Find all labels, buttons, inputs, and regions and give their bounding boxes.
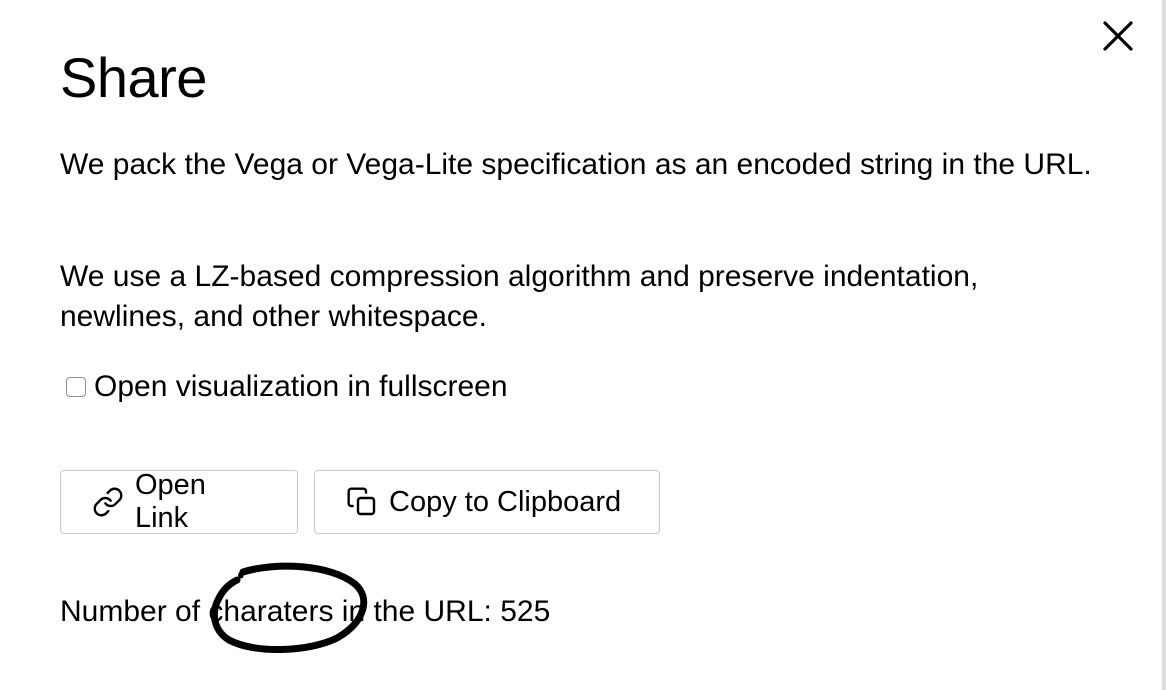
window-edge bbox=[1162, 0, 1166, 690]
open-link-label: Open Link bbox=[134, 469, 206, 534]
copy-to-clipboard-label: Copy to Clipboard bbox=[389, 485, 622, 518]
open-link-button[interactable]: Open Link bbox=[60, 469, 298, 534]
close-icon bbox=[1103, 21, 1133, 51]
character-count-value: 525 bbox=[500, 595, 551, 628]
share-dialog: Share We pack the Vega or Vega-Lite spec… bbox=[0, 0, 1166, 690]
copy-to-clipboard-button[interactable]: Copy to Clipboard bbox=[314, 470, 660, 534]
character-count-suffix: in the URL: bbox=[333, 595, 501, 628]
fullscreen-checkbox[interactable] bbox=[66, 377, 86, 397]
link-icon bbox=[91, 485, 125, 519]
fullscreen-option[interactable]: Open visualization in fullscreen bbox=[66, 366, 508, 408]
fullscreen-checkbox-label[interactable]: Open visualization in fullscreen bbox=[94, 367, 508, 407]
copy-icon bbox=[345, 485, 379, 519]
description-paragraph-1: We pack the Vega or Vega-Lite specificat… bbox=[60, 148, 1092, 181]
description-paragraph-2: We use a LZ-based compression algorithm … bbox=[60, 260, 979, 333]
character-count-prefix: Number of bbox=[60, 595, 209, 628]
dialog-title: Share bbox=[60, 46, 207, 109]
close-button[interactable] bbox=[1096, 14, 1140, 58]
character-count: Number of charaters in the URL: 525 bbox=[60, 592, 550, 632]
character-count-word: charaters bbox=[208, 595, 334, 628]
